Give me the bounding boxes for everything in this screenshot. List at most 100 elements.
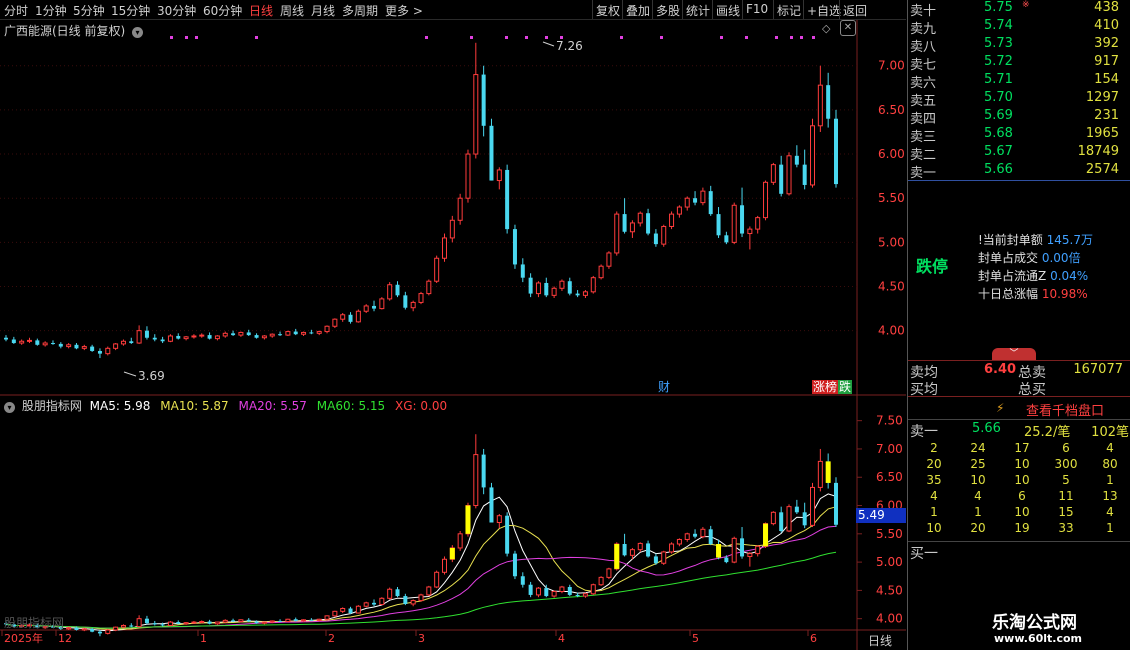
sub-candle-body <box>293 619 298 621</box>
sell-level-row[interactable]: 卖四 5.69 231 <box>908 108 1130 127</box>
period-tab-1[interactable]: 1分钟 <box>35 2 67 19</box>
period-tab-0[interactable]: 分时 <box>4 2 28 19</box>
main-y-tick: 5.00 <box>878 235 905 249</box>
period-tab-5[interactable]: 60分钟 <box>203 2 242 19</box>
sub-candle-body <box>575 594 580 597</box>
indicator-dropdown-icon[interactable]: ▾ <box>4 402 15 413</box>
collapse-icon[interactable]: ﹀ <box>992 348 1036 360</box>
diamond-icon[interactable]: ◇ <box>822 22 830 35</box>
main-candle-body <box>191 335 197 338</box>
limit-info-value: 0.04% <box>1050 269 1089 283</box>
sell-level-row[interactable]: 卖十 5.75 438 ※ <box>908 0 1130 19</box>
main-candle-body <box>332 318 338 327</box>
sub-y-tick: 5.50 <box>876 527 903 541</box>
depth-cell: 1 <box>930 505 938 519</box>
main-y-tick: 6.50 <box>878 103 905 117</box>
toolbar-action-8[interactable]: 返回 <box>843 2 867 19</box>
toolbar-action-1[interactable]: 叠加 <box>626 2 650 19</box>
title-dropdown-icon[interactable]: ▾ <box>132 27 144 38</box>
sub-candle-body <box>426 586 432 596</box>
close-panel-icon[interactable]: ✕ <box>840 20 856 36</box>
sub-candle-body <box>582 593 588 597</box>
main-candle-body <box>50 343 55 345</box>
fall-badge[interactable]: 跌 <box>838 380 853 394</box>
signal-dot <box>195 36 198 39</box>
main-y-tick: 6.00 <box>878 147 905 161</box>
main-candle-body <box>278 334 283 336</box>
kline-chart-svg[interactable]: 7.00 6.50 6.00 5.50 5.00 4.50 4.00 7.50 7.00 6.50… <box>0 20 906 650</box>
period-tab-7[interactable]: 周线 <box>280 2 304 19</box>
main-candle-body <box>551 287 557 296</box>
main-candle-body <box>653 233 658 245</box>
sub-candle-body <box>794 506 799 513</box>
sub-candle-body <box>152 623 157 625</box>
sell-level-row[interactable]: 卖六 5.71 154 <box>908 72 1130 91</box>
sell-level-row[interactable]: 卖八 5.73 392 <box>908 36 1130 55</box>
main-candle-body <box>199 334 205 337</box>
main-candle-body <box>231 333 236 336</box>
sub-candle-body <box>496 515 502 524</box>
sell-level-label: 卖一 <box>910 166 937 181</box>
sell-level-row[interactable]: 卖三 5.68 1965 <box>908 126 1130 145</box>
toolbar-separator <box>803 0 804 19</box>
sell-level-row[interactable]: 卖五 5.70 1297 <box>908 90 1130 109</box>
period-tab-4[interactable]: 30分钟 <box>157 2 196 19</box>
ma20-value: MA20: 5.57 <box>238 399 307 413</box>
sub-candle-body <box>129 625 134 627</box>
main-y-tick: 5.50 <box>878 191 905 205</box>
main-candle-body <box>372 305 377 309</box>
sub-candle-body <box>207 621 212 624</box>
sell-level-row[interactable]: 卖二 5.67 18749 <box>908 144 1130 163</box>
sell-level-row[interactable]: 卖一 5.66 2574 <box>908 162 1130 181</box>
main-candle-body <box>254 335 259 338</box>
main-candle-body <box>834 118 838 185</box>
main-candle-body <box>426 280 432 295</box>
toolbar-action-6[interactable]: 标记 <box>777 2 801 19</box>
finance-badge[interactable]: 财 <box>658 378 670 395</box>
sell-level-row[interactable]: 卖七 5.72 917 <box>908 54 1130 73</box>
orderbook-divider <box>908 180 1130 181</box>
period-tab-8[interactable]: 月线 <box>311 2 335 19</box>
sub-candle-body <box>105 629 111 634</box>
period-tab-9[interactable]: 多周期 <box>342 2 378 19</box>
toolbar-action-2[interactable]: 多股 <box>656 2 680 19</box>
period-tab-3[interactable]: 15分钟 <box>111 2 150 19</box>
sell-level-volume: 2574 <box>1085 162 1119 177</box>
sell-level-volume: 1965 <box>1085 126 1119 141</box>
main-candle-body <box>214 335 220 340</box>
rise-rank-badge[interactable]: 涨榜 <box>812 380 839 394</box>
toolbar-separator <box>839 0 840 19</box>
rank-badges[interactable]: 涨榜跌 <box>812 378 853 395</box>
sell-level-row[interactable]: 卖九 5.74 410 <box>908 18 1130 37</box>
period-tab-10[interactable]: 更多 > <box>385 2 423 19</box>
main-candle-body <box>724 235 729 243</box>
toolbar-action-0[interactable]: 复权 <box>596 2 620 19</box>
sell-avg-value: 6.40 <box>984 362 1017 377</box>
period-label[interactable]: 日线 <box>868 632 892 649</box>
sub-candle-body <box>183 622 189 625</box>
main-candle-body <box>176 335 181 339</box>
sell-level-price: 5.66 <box>984 162 1013 177</box>
sell-level-volume: 231 <box>1094 108 1119 123</box>
sub-y-tick: 7.50 <box>876 414 903 428</box>
toolbar-action-4[interactable]: 画线 <box>716 2 740 19</box>
depth-sell1-amount: 25.2/笔 <box>1024 425 1071 440</box>
stock-title: 广西能源(日线 前复权) <box>4 24 126 38</box>
toolbar-action-3[interactable]: 统计 <box>686 2 710 19</box>
sell-level-volume: 438 <box>1094 0 1119 15</box>
sell-level-label: 卖八 <box>910 40 937 55</box>
toolbar-action-5[interactable]: F10 <box>746 2 768 16</box>
depth-cell: 4 <box>1106 505 1114 519</box>
sub-candle-body <box>535 587 541 596</box>
period-tab-2[interactable]: 5分钟 <box>73 2 105 19</box>
main-candle-body <box>708 191 713 215</box>
main-candle-body <box>512 229 517 265</box>
limit-info-value: 10.98% <box>1041 287 1088 301</box>
view-depth-button[interactable]: 查看千档盘口 <box>1026 400 1104 419</box>
chart-area: 7.00 6.50 6.00 5.50 5.00 4.50 4.00 7.50 7.00 6.50… <box>0 20 906 650</box>
main-candle-body <box>144 330 149 338</box>
toolbar-action-7[interactable]: +自选 <box>807 2 841 19</box>
period-tab-6[interactable]: 日线 <box>249 2 273 19</box>
main-candle-body <box>496 169 502 182</box>
sub-candle-body <box>441 558 447 573</box>
